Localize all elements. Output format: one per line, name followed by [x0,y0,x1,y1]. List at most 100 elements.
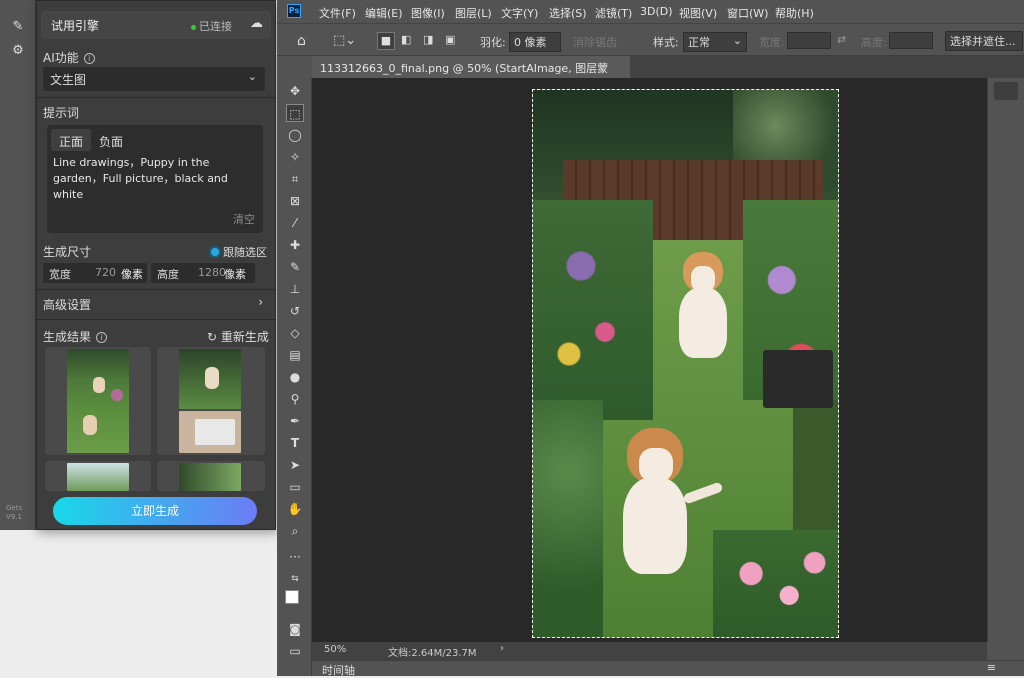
style-select[interactable]: 正常 ⌄ [683,32,747,52]
plugin-side-strip: ✎ ⚙ Gets V9.1 [0,0,36,530]
add-selection-icon[interactable]: ◧ [401,33,411,46]
menu-bar: Ps 文件(F) 编辑(E) 图像(I) 图层(L) 文字(Y) 选择(S) 滤… [277,0,1024,24]
blur-tool-icon[interactable]: ● [286,368,304,386]
ai-function-select[interactable]: 文生图 ⌄ [43,67,265,91]
menu-3d[interactable]: 3D(D) [640,5,673,18]
marquee-tool-icon[interactable]: ⬚ [286,104,304,122]
hand-tool-icon[interactable]: ✋ [286,500,304,518]
generate-button[interactable]: 立即生成 [53,497,257,525]
menu-filter[interactable]: 滤镜(T) [595,5,632,21]
document-tab-bar: 113312663_0_final.png @ 50% (StartAImage… [312,56,1024,91]
clear-button[interactable]: 清空 [233,211,255,227]
zoom-tool-icon[interactable]: ⌕ [286,522,304,540]
menu-select[interactable]: 选择(S) [549,5,587,21]
antialias-checkbox[interactable]: 消除锯齿 [573,34,617,50]
chevron-right-icon[interactable]: › [500,643,504,654]
tab-negative[interactable]: 负面 [91,129,131,151]
crop-tool-icon[interactable]: ⌗ [286,170,304,188]
ai-function-label: AI功能 i [43,49,95,66]
feather-input[interactable]: 0 像素 [509,32,561,52]
prompt-label: 提示词 [43,106,80,120]
menu-type[interactable]: 文字(Y) [501,5,538,21]
path-select-icon[interactable]: ➤ [286,456,304,474]
panel-dock [987,78,1024,642]
height-input[interactable] [889,32,933,49]
height-value: 1280 [198,266,226,279]
follow-selection-radio[interactable]: 跟随选区 [211,244,267,260]
swap-colors-icon[interactable]: ⇆ [286,570,304,588]
timeline-panel: 时间轴 ≡ [312,660,1024,677]
canvas-area[interactable] [312,78,987,642]
menu-layer[interactable]: 图层(L) [455,5,492,21]
menu-file[interactable]: 文件(F) [319,5,356,21]
healing-brush-icon[interactable]: ✚ [286,236,304,254]
regenerate-button[interactable]: ↻ 重新生成 [207,328,269,345]
move-tool-icon[interactable]: ✥ [286,82,304,100]
intersect-selection-icon[interactable]: ▣ [445,33,455,46]
menu-view[interactable]: 视图(V) [679,5,717,21]
puppy-figure [673,252,733,362]
eyedropper-icon[interactable]: ⁄ [286,214,304,232]
new-selection-icon[interactable]: ■ [377,32,395,50]
result-thumbnail[interactable] [157,461,265,491]
quick-mask-icon[interactable]: ◙ [286,620,304,638]
canvas-image[interactable] [532,89,839,638]
eraser-tool-icon[interactable]: ◇ [286,324,304,342]
menu-image[interactable]: 图像(I) [411,5,445,21]
rectangle-tool-icon[interactable]: ▭ [286,478,304,496]
gradient-tool-icon[interactable]: ▤ [286,346,304,364]
refresh-icon: ↻ [207,330,221,344]
photoshop-window: Ps 文件(F) 编辑(E) 图像(I) 图层(L) 文字(Y) 选择(S) 滤… [277,0,1024,677]
divider [37,97,275,98]
stamp-tool-icon[interactable]: ⊥ [286,280,304,298]
frame-tool-icon[interactable]: ⊠ [286,192,304,210]
lasso-tool-icon[interactable]: ◯ [286,126,304,144]
tab-positive[interactable]: 正面 [51,129,92,151]
height-field[interactable]: 高度 1280 像素 [151,263,255,283]
panel-toggle-icon[interactable] [994,82,1018,100]
chevron-down-icon: ⌄ [247,70,257,83]
result-thumbnail[interactable] [45,461,151,491]
subtract-selection-icon[interactable]: ◨ [423,33,433,46]
width-input[interactable] [787,32,831,49]
zoom-level[interactable]: 50% [324,644,346,655]
prompt-input[interactable]: Line drawings，Puppy in the garden，Full p… [53,155,259,203]
menu-edit[interactable]: 编辑(E) [365,5,403,21]
marquee-preset-icon[interactable]: ⬚⌄ [333,33,356,48]
type-tool-icon[interactable]: T [286,434,304,452]
pen-tool-icon[interactable]: ✒ [286,412,304,430]
width-label: 宽度: [759,36,785,49]
foreground-color-swatch[interactable] [285,590,299,604]
brush-tool-icon[interactable]: ✎ [286,258,304,276]
width-field[interactable]: 宽度 720 像素 [43,263,147,283]
cloud-settings-icon[interactable]: ☁ [250,16,263,31]
select-and-mask-button[interactable]: 选择并遮住... [945,31,1023,51]
radio-icon [211,248,219,256]
quick-select-icon[interactable]: ✧ [286,148,304,166]
plugin-header: 试用引擎 已连接 ☁ [41,11,271,39]
history-brush-icon[interactable]: ↺ [286,302,304,320]
more-tools-icon[interactable]: ··· [286,548,304,566]
menu-help[interactable]: 帮助(H) [775,5,814,21]
ai-plugin-panel: ⊡✕ 试用引擎 已连接 ☁ AI功能i 文生图 ⌄ 提示词 正面 负面 Line… [36,0,312,530]
screen-mode-icon[interactable]: ▭ [286,642,304,660]
result-thumbnail[interactable] [157,347,265,455]
info-icon[interactable]: i [96,332,108,343]
gear-icon[interactable]: ⚙ [9,42,27,60]
menu-icon[interactable]: ≡ [987,661,996,674]
chevron-right-icon: › [258,295,263,309]
info-icon[interactable]: i [83,53,95,64]
document-info: 文档:2.64M/23.7M [388,648,477,659]
options-bar: ⌂ ⬚⌄ ■ ◧ ◨ ▣ 羽化: 0 像素 消除锯齿 样式: 正常 ⌄ 宽度: … [277,28,1024,56]
document-tab[interactable]: 113312663_0_final.png @ 50% (StartAImage… [312,56,630,91]
dodge-tool-icon[interactable]: ⚲ [286,390,304,408]
edit-icon[interactable]: ✎ [9,18,27,36]
advanced-settings-row[interactable]: 高级设置 › [37,291,275,317]
feather-label: 羽化: [480,36,506,49]
divider [37,289,275,290]
result-thumbnail[interactable] [45,347,151,455]
swap-icon[interactable]: ⇄ [837,33,846,46]
home-icon[interactable]: ⌂ [297,33,306,49]
menu-window[interactable]: 窗口(W) [727,5,768,21]
chevron-down-icon: ⌄ [732,34,742,47]
